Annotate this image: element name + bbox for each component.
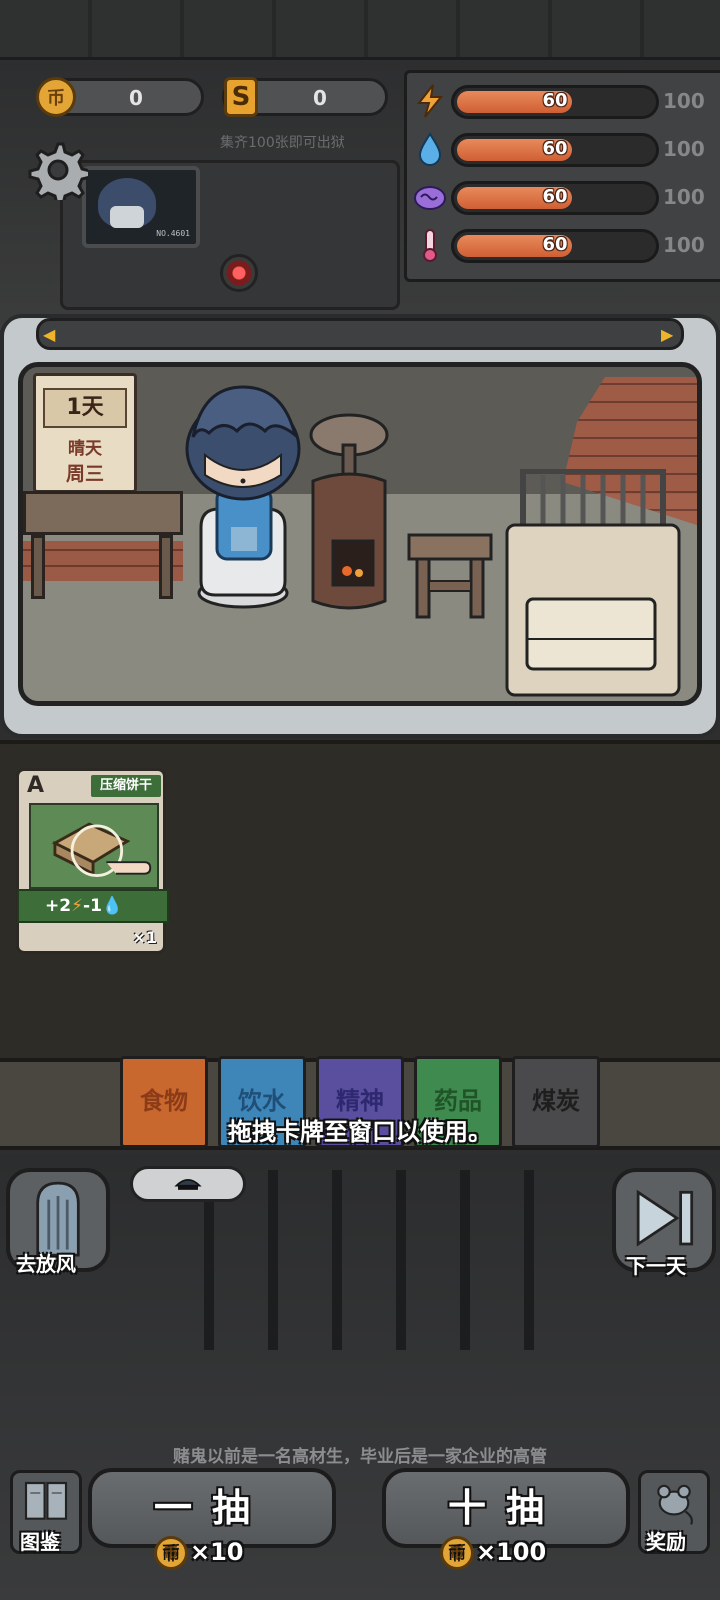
security-monitor: NO.4601 [82,166,200,248]
stat-temperature: 60 100 [407,225,720,265]
prison-cell-scene[interactable]: 1天 晴天 周三 [18,362,702,706]
water-max: 100 [663,137,705,161]
prison-bed [505,469,681,697]
draw-one-cost: ×10 [190,1538,244,1566]
mind-value: 60 [542,186,568,207]
temperature-bar: 60 [451,229,659,263]
go-out-label: 去放风 [16,1252,76,1276]
draw-ten-cost: ×100 [476,1538,547,1566]
coin-icon: 币 [36,77,76,117]
tab-coal-label: 煤炭 [532,1087,580,1115]
prev-room-arrow-icon[interactable]: ◀ [43,325,61,345]
card-effect-plus: +2 [45,896,72,916]
collect-hint: 集齐100张即可出狱 [220,135,345,151]
coin-symbol: 币 [47,88,65,109]
water-value: 60 [542,138,568,159]
draw-one-label: 一抽 [153,1486,270,1530]
catalog-label: 图鉴 [20,1530,60,1554]
wall-calendar: 1天 晴天 周三 [33,373,137,493]
drag-hint: 拖拽卡牌至窗口以使用。 [228,1118,492,1146]
coin-amount: 0 [129,86,143,110]
card-effect-minus: -1 [83,896,102,916]
stat-energy: 60 100 [407,81,720,121]
ceiling-planks [0,0,720,60]
tab-mind-label: 精神 [336,1087,384,1115]
police-hat-icon [174,1179,202,1190]
lightning-icon [416,84,444,118]
temperature-max: 100 [663,233,705,257]
card-name: 压缩饼干 [91,775,161,797]
prisoner-portrait [98,178,156,228]
water-drop-icon: 💧 [101,896,124,916]
lightning-icon: ⚡ [71,896,84,916]
s-token-icon: S [224,77,258,117]
item-card-compressed-biscuit[interactable]: A 压缩饼干 +2⚡-1💧 ×1 [16,768,169,954]
card-effect: +2⚡-1💧 [17,889,169,923]
draw-ten-price: 币 ×100 [440,1536,546,1576]
energy-bar: 60 [451,85,659,119]
temperature-value: 60 [542,234,568,255]
reward-label: 奖励 [646,1530,686,1554]
settings-gear-icon[interactable] [28,140,88,200]
next-day-label: 下一天 [626,1254,686,1278]
stat-mind: 60 100 [407,177,720,217]
card-count: ×1 [132,928,157,947]
wooden-desk [23,491,183,601]
water-drop-icon [418,132,442,166]
room-nav-strip: ◀ ▶ [36,318,684,350]
stats-panel: 60 100 60 100 60 100 60 100 [404,70,720,282]
next-room-arrow-icon[interactable]: ▶ [661,325,679,345]
coin-icon: 币 [154,1536,188,1570]
energy-max: 100 [663,89,705,113]
desk-leg [159,535,173,599]
wooden-stool [407,533,493,619]
card-rank: A [27,773,45,798]
calendar-day: 1天 [43,388,127,428]
book-icon [24,1481,68,1520]
coal-stove [309,413,389,610]
mind-bar: 60 [451,181,659,215]
coin-symbol: 币 [450,1546,464,1562]
thought-bubble [130,1166,246,1202]
desk-top [23,491,183,535]
desk-leg [31,535,45,599]
tab-water-label: 饮水 [238,1087,286,1115]
biscuit-art [29,803,159,889]
mind-max: 100 [663,185,705,209]
tab-food-label: 食物 [140,1087,188,1115]
calendar-weather: 晴天 [68,439,102,459]
prisoner-number: NO.4601 [156,229,190,238]
thermometer-icon [423,229,437,262]
coin-symbol: 币 [164,1546,178,1562]
brain-icon [414,186,446,210]
tab-medicine-label: 药品 [434,1087,482,1115]
mouse-icon [657,1484,693,1525]
water-bar: 60 [451,133,659,167]
prisoner-character [185,385,301,609]
story-text: 赌鬼以前是一名高材生，毕业后是一家企业的高管 [173,1447,547,1467]
token-amount: 0 [313,86,327,110]
calendar-weekday: 周三 [65,463,104,485]
stat-water: 60 100 [407,129,720,169]
token-symbol: S [231,82,251,112]
coin-icon: 币 [440,1536,474,1570]
camera-lens [220,254,258,292]
draw-ten-label: 十抽 [447,1486,564,1530]
energy-value: 60 [542,90,568,111]
draw-one-price: 币 ×10 [154,1536,244,1576]
